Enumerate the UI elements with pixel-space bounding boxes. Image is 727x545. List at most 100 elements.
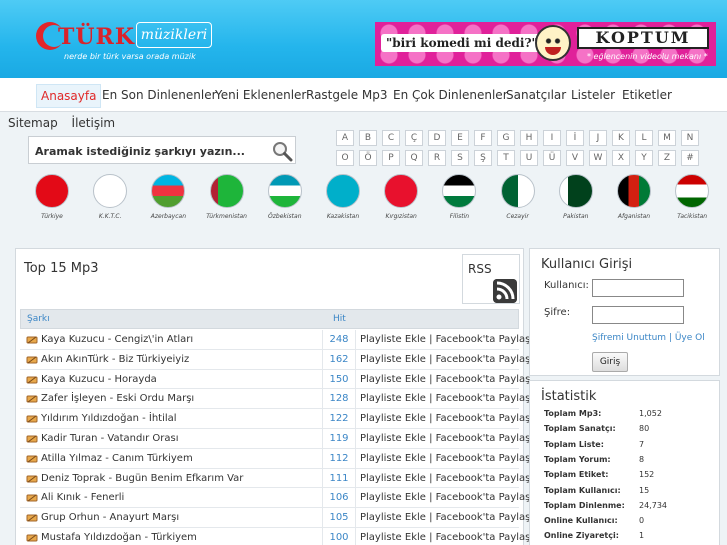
flag-item[interactable]: Tacikistan <box>662 174 722 220</box>
song-title[interactable]: Mustafa Yıldızdoğan - Türkiyem <box>41 532 197 543</box>
alphabet-letter[interactable]: J <box>589 130 607 146</box>
song-title[interactable]: Zafer İşleyen - Eski Ordu Marşı <box>41 393 194 404</box>
alphabet-letter[interactable]: K <box>612 130 630 146</box>
alphabet-letter[interactable]: I <box>543 130 561 146</box>
song-title[interactable]: Akın AkınTürk - Biz Türkiyeiyiz <box>41 354 189 365</box>
alphabet-letter[interactable]: H <box>520 130 538 146</box>
song-title[interactable]: Yıldırım Yıldızdoğan - İhtilal <box>41 413 177 424</box>
alphabet-letter[interactable]: A <box>336 130 354 146</box>
username-field[interactable] <box>592 279 684 297</box>
nav-item-yeni-eklenenler[interactable]: Yeni Eklenenler <box>211 84 310 108</box>
alphabet-letter[interactable]: Q <box>405 150 423 166</box>
alphabet-letter[interactable]: Ü <box>543 150 561 166</box>
row-actions[interactable]: Playliste Ekle | Facebook'ta Paylaş <box>360 393 530 404</box>
nav-item-listeler[interactable]: Listeler <box>567 84 619 108</box>
hit-count: 111 <box>322 468 356 488</box>
flag-item[interactable]: K.K.T.C. <box>80 174 140 220</box>
alphabet-letter[interactable]: # <box>681 150 699 166</box>
nav-item-sanatcilar[interactable]: Sanatçılar <box>502 84 570 108</box>
password-field[interactable] <box>592 306 684 324</box>
alphabet-letter[interactable]: O <box>336 150 354 166</box>
nav-item-etiketler[interactable]: Etiketler <box>618 84 676 108</box>
iletisim-link[interactable]: İletişim <box>72 116 116 130</box>
login-links[interactable]: Şifremi Unuttum | Üye Ol <box>592 333 705 343</box>
stat-label: Toplam Kullanıcı: <box>544 485 621 495</box>
alphabet-letter[interactable]: L <box>635 130 653 146</box>
alphabet-letter[interactable]: P <box>382 150 400 166</box>
row-actions[interactable]: Playliste Ekle | Facebook'ta Paylaş <box>360 512 530 523</box>
row-actions[interactable]: Playliste Ekle | Facebook'ta Paylaş <box>360 492 530 503</box>
banner-subtitle: * eğlencenin videolu mekanı * <box>587 52 708 61</box>
login-button[interactable]: Giriş <box>592 352 628 372</box>
alphabet-letter[interactable]: D <box>428 130 446 146</box>
flag-item[interactable]: Pakistan <box>546 174 606 220</box>
flag-item[interactable]: Türkiye <box>22 174 82 220</box>
alphabet-letter[interactable]: C <box>382 130 400 146</box>
rss-box[interactable]: RSS <box>462 254 520 304</box>
flag-item[interactable]: Cezayir <box>488 174 548 220</box>
alphabet-letter[interactable]: B <box>359 130 377 146</box>
row-actions[interactable]: Playliste Ekle | Facebook'ta Paylaş <box>360 374 530 385</box>
nav-item-en-son-dinlenenler[interactable]: En Son Dinlenenler <box>98 84 221 108</box>
flag-item[interactable]: Filistin <box>429 174 489 220</box>
row-actions[interactable]: Playliste Ekle | Facebook'ta Paylaş <box>360 413 530 424</box>
nav-item-en-cok-dinlenenler[interactable]: En Çok Dinlenenler <box>389 84 512 108</box>
rss-icon[interactable] <box>493 279 517 303</box>
song-title[interactable]: Kaya Kuzucu - Cengiz\'in Atları <box>41 334 193 345</box>
alphabet-letter[interactable]: Y <box>635 150 653 166</box>
music-note-icon <box>26 475 38 483</box>
flag-item[interactable]: Türkmenistan <box>197 174 257 220</box>
song-title[interactable]: Atilla Yılmaz - Canım Türkiyem <box>41 453 193 464</box>
alphabet-letter[interactable]: İ <box>566 130 584 146</box>
alphabet-letter[interactable]: T <box>497 150 515 166</box>
search-icon[interactable] <box>271 140 293 162</box>
column-header-hit[interactable]: Hit <box>333 314 346 324</box>
alphabet-letter[interactable]: W <box>589 150 607 166</box>
site-logo[interactable]: TÜRK müzikleri nerde bir türk varsa orad… <box>36 18 214 64</box>
flag-item[interactable]: Afganistan <box>604 174 664 220</box>
alphabet-letter[interactable]: Z <box>658 150 676 166</box>
alphabet-letter[interactable]: S <box>451 150 469 166</box>
row-actions[interactable]: Playliste Ekle | Facebook'ta Paylaş <box>360 532 530 543</box>
song-title[interactable]: Kaya Kuzucu - Horayda <box>41 374 157 385</box>
alphabet-letter[interactable]: Ö <box>359 150 377 166</box>
music-note-icon <box>26 494 38 502</box>
nav-item-rastgele-mp3[interactable]: Rastgele Mp3 <box>302 84 392 108</box>
alphabet-letter[interactable]: R <box>428 150 446 166</box>
alphabet-letter[interactable]: M <box>658 130 676 146</box>
alphabet-letter[interactable]: X <box>612 150 630 166</box>
nav-item-anasayfa[interactable]: Anasayfa <box>36 84 102 108</box>
alphabet-letter[interactable]: Ç <box>405 130 423 146</box>
row-actions[interactable]: Playliste Ekle | Facebook'ta Paylaş <box>360 453 530 464</box>
flag-item[interactable]: Azerbaycan <box>138 174 198 220</box>
stat-value: 1 <box>639 531 645 541</box>
song-title[interactable]: Deniz Toprak - Bugün Benim Efkarım Var <box>41 473 243 484</box>
row-actions[interactable]: Playliste Ekle | Facebook'ta Paylaş <box>360 473 530 484</box>
flag-item[interactable]: Kazakistan <box>313 174 373 220</box>
alphabet-letter[interactable]: E <box>451 130 469 146</box>
alphabet-letter[interactable]: G <box>497 130 515 146</box>
alphabet-letter[interactable]: Ş <box>474 150 492 166</box>
alphabet-letter[interactable]: F <box>474 130 492 146</box>
koptum-banner-ad[interactable]: "biri komedi mi dedi?" KOPTUM * eğlencen… <box>375 22 716 66</box>
password-label: Şifre: <box>544 307 571 318</box>
flag-item[interactable]: Özbekistan <box>255 174 315 220</box>
song-title[interactable]: Ali Kınık - Fenerli <box>41 492 124 503</box>
hit-count: 105 <box>322 508 356 528</box>
stat-value: 24,734 <box>639 500 667 510</box>
alphabet-letter[interactable]: N <box>681 130 699 146</box>
alphabet-letter[interactable]: U <box>520 150 538 166</box>
row-actions[interactable]: Playliste Ekle | Facebook'ta Paylaş <box>360 334 530 345</box>
flag-icon <box>35 174 69 208</box>
row-actions[interactable]: Playliste Ekle | Facebook'ta Paylaş <box>360 354 530 365</box>
flag-item[interactable]: Kırgızistan <box>371 174 431 220</box>
column-header-song[interactable]: Şarkı <box>27 314 50 324</box>
flag-icon <box>151 174 186 208</box>
row-actions[interactable]: Playliste Ekle | Facebook'ta Paylaş <box>360 433 530 444</box>
song-title[interactable]: Grup Orhun - Anayurt Marşı <box>41 512 179 523</box>
flag-icon <box>558 174 593 208</box>
search-input[interactable] <box>35 141 265 161</box>
song-title[interactable]: Kadir Turan - Vatandır Orası <box>41 433 179 444</box>
sitemap-link[interactable]: Sitemap <box>8 116 58 130</box>
alphabet-letter[interactable]: V <box>566 150 584 166</box>
